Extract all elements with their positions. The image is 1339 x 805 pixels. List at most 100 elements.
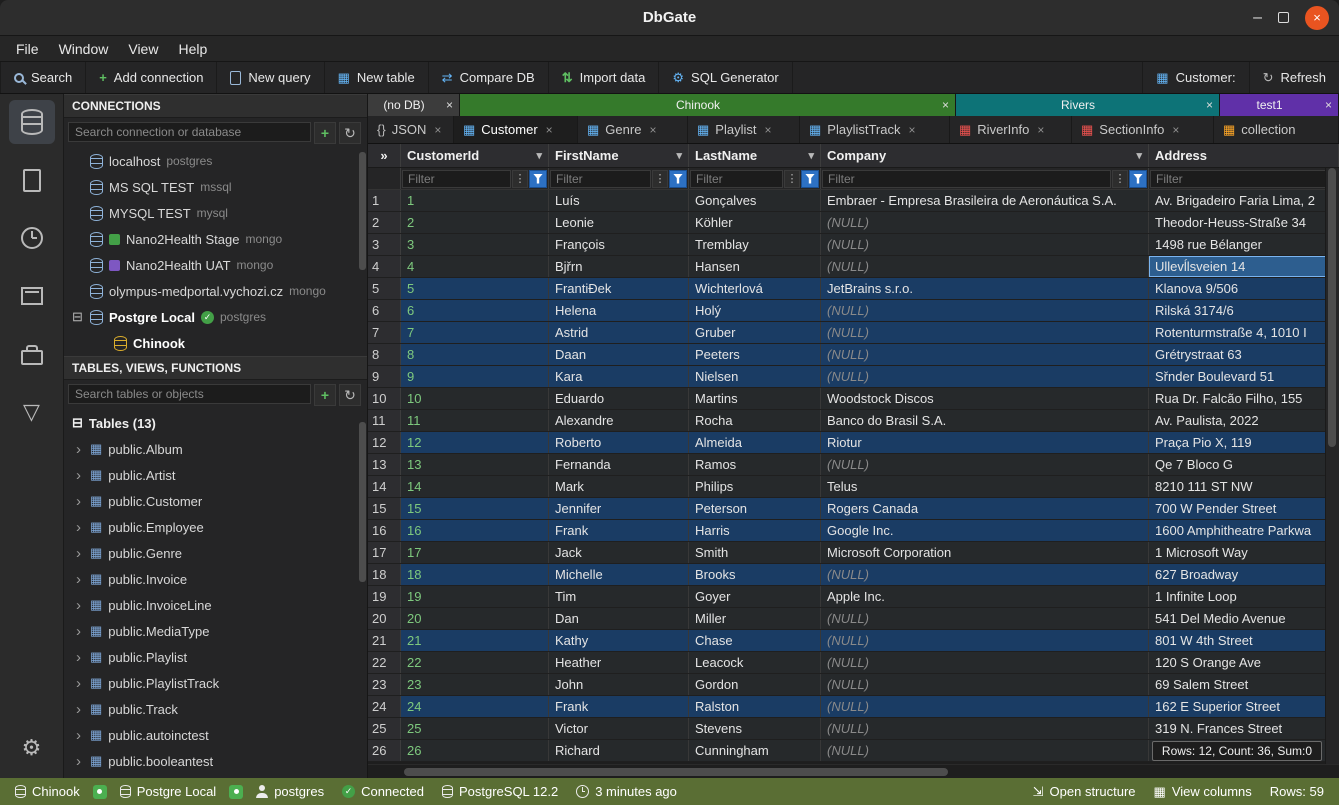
cell-company[interactable]: (NULL) xyxy=(821,718,1149,739)
row-number[interactable]: 5 xyxy=(368,278,401,299)
row-number[interactable]: 23 xyxy=(368,674,401,695)
cell-customerid[interactable]: 7 xyxy=(401,322,549,343)
table-tree-item[interactable]: › ▦ public.Album xyxy=(64,436,367,462)
cell-address[interactable]: Klanova 9/506 xyxy=(1149,278,1339,299)
connection-item-mssql[interactable]: MS SQL TEST mssql xyxy=(64,174,367,200)
cell-address[interactable]: Theodor-Heuss-Straße 34 xyxy=(1149,212,1339,233)
cell-company[interactable]: (NULL) xyxy=(821,630,1149,651)
table-row[interactable]: 13 13 Fernanda Ramos (NULL) Qe 7 Bloco G xyxy=(368,454,1339,476)
funnel-icon[interactable] xyxy=(529,170,547,188)
cell-customerid[interactable]: 9 xyxy=(401,366,549,387)
search-button[interactable]: Search xyxy=(0,62,86,93)
column-header-customerid[interactable]: CustomerId ▾ xyxy=(401,144,549,167)
chevron-right-icon[interactable]: › xyxy=(76,545,84,562)
cell-company[interactable]: Riotur xyxy=(821,432,1149,453)
cell-address[interactable]: 8210 111 ST NW xyxy=(1149,476,1339,497)
cell-address[interactable]: Rotenturmstraße 4, 1010 I xyxy=(1149,322,1339,343)
cell-address[interactable]: Praça Pio X, 119 xyxy=(1149,432,1339,453)
cell-lastname[interactable]: Ralston xyxy=(689,696,821,717)
cell-firstname[interactable]: Eduardo xyxy=(549,388,689,409)
close-icon[interactable]: × xyxy=(1172,123,1179,137)
close-icon[interactable]: × xyxy=(1200,98,1219,112)
cell-address[interactable]: Qe 7 Bloco G xyxy=(1149,454,1339,475)
funnel-icon[interactable] xyxy=(1129,170,1147,188)
filter-input-firstname[interactable] xyxy=(550,170,651,188)
table-tree-item[interactable]: › ▦ public.Playlist xyxy=(64,644,367,670)
cell-firstname[interactable]: François xyxy=(549,234,689,255)
cell-address[interactable]: 120 S Orange Ave xyxy=(1149,652,1339,673)
cell-lastname[interactable]: Martins xyxy=(689,388,821,409)
table-tree-item[interactable]: › ▦ public.autoinctest xyxy=(64,722,367,748)
tab-sectioninfo[interactable]: ▦ SectionInfo × xyxy=(1072,116,1214,143)
table-row[interactable]: 11 11 Alexandre Rocha Banco do Brasil S.… xyxy=(368,410,1339,432)
database-item-chinook[interactable]: Chinook xyxy=(64,330,367,356)
filter-menu-icon[interactable]: ⋮ xyxy=(512,170,528,188)
cell-lastname[interactable]: Holý xyxy=(689,300,821,321)
row-number[interactable]: 12 xyxy=(368,432,401,453)
cell-customerid[interactable]: 8 xyxy=(401,344,549,365)
sidebar-archive-button[interactable] xyxy=(9,274,55,318)
row-number[interactable]: 8 xyxy=(368,344,401,365)
chevron-right-icon[interactable]: › xyxy=(76,649,84,666)
cell-company[interactable]: Microsoft Corporation xyxy=(821,542,1149,563)
row-number[interactable]: 18 xyxy=(368,564,401,585)
cell-address[interactable]: Av. Paulista, 2022 xyxy=(1149,410,1339,431)
tab-collection[interactable]: ▦ collection xyxy=(1214,116,1339,143)
column-header-firstname[interactable]: FirstName ▾ xyxy=(549,144,689,167)
cell-address[interactable]: Ullevĺlsveien 14 xyxy=(1149,256,1339,277)
table-row[interactable]: 12 12 Roberto Almeida Riotur Praça Pio X… xyxy=(368,432,1339,454)
table-tree-item[interactable]: › ▦ public.Track xyxy=(64,696,367,722)
menu-window[interactable]: Window xyxy=(49,41,119,57)
row-number[interactable]: 25 xyxy=(368,718,401,739)
table-tree-item[interactable]: › ▦ public.Genre xyxy=(64,540,367,566)
table-row[interactable]: 24 24 Frank Ralston (NULL) 162 E Superio… xyxy=(368,696,1339,718)
cell-company[interactable]: Embraer - Empresa Brasileira de Aeronáut… xyxy=(821,190,1149,211)
table-row[interactable]: 17 17 Jack Smith Microsoft Corporation 1… xyxy=(368,542,1339,564)
tab-group-no-db[interactable]: (no DB) × xyxy=(368,94,460,116)
row-number[interactable]: 3 xyxy=(368,234,401,255)
horizontal-scrollbar-thumb[interactable] xyxy=(404,768,948,776)
chevron-down-icon[interactable]: ▾ xyxy=(804,149,814,162)
cell-firstname[interactable]: Dan xyxy=(549,608,689,629)
cell-lastname[interactable]: Tremblay xyxy=(689,234,821,255)
cell-company[interactable]: (NULL) xyxy=(821,212,1149,233)
column-header-company[interactable]: Company ▾ xyxy=(821,144,1149,167)
cell-company[interactable]: (NULL) xyxy=(821,696,1149,717)
column-header-address[interactable]: Address xyxy=(1149,144,1339,167)
cell-lastname[interactable]: Stevens xyxy=(689,718,821,739)
chevron-right-icon[interactable]: › xyxy=(76,467,84,484)
cell-address[interactable]: Rilská 3174/6 xyxy=(1149,300,1339,321)
cell-company[interactable]: Apple Inc. xyxy=(821,586,1149,607)
cell-lastname[interactable]: Chase xyxy=(689,630,821,651)
table-row[interactable]: 23 23 John Gordon (NULL) 69 Salem Street xyxy=(368,674,1339,696)
table-row[interactable]: 19 19 Tim Goyer Apple Inc. 1 Infinite Lo… xyxy=(368,586,1339,608)
table-tree-item[interactable]: › ▦ public.Employee xyxy=(64,514,367,540)
cell-address[interactable]: 1 Microsoft Way xyxy=(1149,542,1339,563)
cell-customerid[interactable]: 12 xyxy=(401,432,549,453)
tab-playlist[interactable]: ▦ Playlist × xyxy=(688,116,800,143)
sidebar-files-button[interactable] xyxy=(9,158,55,202)
cell-customerid[interactable]: 25 xyxy=(401,718,549,739)
table-row[interactable]: 22 22 Heather Leacock (NULL) 120 S Orang… xyxy=(368,652,1339,674)
collapse-icon[interactable]: ⊟ xyxy=(72,309,83,325)
tables-search-input[interactable] xyxy=(68,384,311,404)
close-icon[interactable]: × xyxy=(936,98,955,112)
cell-firstname[interactable]: Fernanda xyxy=(549,454,689,475)
cell-lastname[interactable]: Nielsen xyxy=(689,366,821,387)
filter-menu-icon[interactable]: ⋮ xyxy=(1112,170,1128,188)
cell-customerid[interactable]: 17 xyxy=(401,542,549,563)
close-icon[interactable]: × xyxy=(434,123,441,137)
cell-address[interactable]: 541 Del Medio Avenue xyxy=(1149,608,1339,629)
cell-address[interactable]: 162 E Superior Street xyxy=(1149,696,1339,717)
filter-input-customerid[interactable] xyxy=(402,170,511,188)
funnel-icon[interactable] xyxy=(669,170,687,188)
table-row[interactable]: 1 1 Luís Gonçalves Embraer - Empresa Bra… xyxy=(368,190,1339,212)
refresh-button[interactable]: ↻ Refresh xyxy=(1249,62,1339,93)
cell-customerid[interactable]: 3 xyxy=(401,234,549,255)
cell-lastname[interactable]: Miller xyxy=(689,608,821,629)
cell-address[interactable]: 627 Broadway xyxy=(1149,564,1339,585)
tables-group-header[interactable]: ⊟ Tables (13) xyxy=(64,410,367,436)
table-row[interactable]: 14 14 Mark Philips Telus 8210 111 ST NW xyxy=(368,476,1339,498)
table-tree-item[interactable]: › ▦ public.Invoice xyxy=(64,566,367,592)
cell-customerid[interactable]: 16 xyxy=(401,520,549,541)
